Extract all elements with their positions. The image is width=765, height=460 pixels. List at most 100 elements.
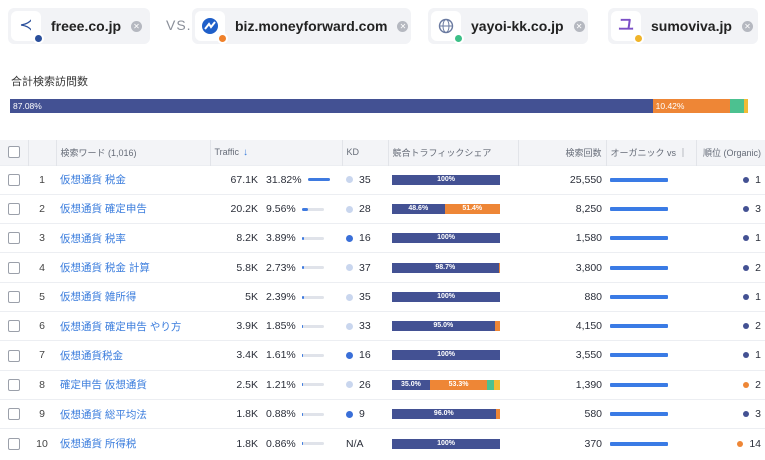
traffic-spark-fill [301, 383, 303, 387]
kd-value: 35 [359, 290, 371, 303]
kd-value: 33 [359, 320, 371, 333]
traffic-value: 2.5K [210, 369, 262, 400]
table-row[interactable]: 1 仮想通貨 税金 67.1K 31.82% 35 100% 25,550 1 [0, 164, 765, 195]
row-checkbox[interactable] [8, 203, 20, 216]
organic-bar [610, 177, 669, 182]
search-volume: 3,800 [518, 252, 607, 283]
share-cell: 96.0% [388, 398, 519, 429]
row-checkbox[interactable] [8, 408, 20, 421]
organic-cell [606, 310, 697, 341]
keyword-link[interactable]: 仮想通貨 雑所得 [56, 281, 210, 312]
row-checkbox[interactable] [8, 232, 20, 245]
row-checkbox[interactable] [8, 437, 20, 450]
position-value: 3 [755, 408, 762, 421]
keyword-link[interactable]: 仮想通貨 所得税 [56, 428, 210, 458]
header-traffic-label: Traffic [214, 146, 240, 157]
share-segment [495, 409, 500, 420]
remove-icon[interactable]: ✕ [397, 20, 409, 32]
table-row[interactable]: 6 仮想通貨 確定申告 やり方 3.9K 1.85% 33 95.0% 4,150 2 [0, 310, 765, 341]
competitor-chip-yayoi[interactable]: yayoi-kk.co.jp ✕ [428, 8, 588, 44]
organic-bar [610, 265, 669, 270]
header-position[interactable]: 順位 (Organic) [696, 140, 765, 165]
row-index: 9 [28, 398, 56, 429]
table-row[interactable]: 4 仮想通貨 税金 計算 5.8K 2.73% 37 98.7% 3,800 2 [0, 252, 765, 283]
header-volume-label: 検索回数 [565, 147, 602, 158]
kd-cell: 26 [342, 369, 389, 400]
row-checkbox[interactable] [8, 349, 20, 362]
keyword-link[interactable]: 仮想通貨税金 [56, 340, 210, 371]
total-segment-label: 87.08% [13, 101, 42, 111]
position-dot [743, 176, 750, 183]
table-row[interactable]: 3 仮想通貨 税率 8.2K 3.89% 16 100% 1,580 1 [0, 223, 765, 253]
remove-icon[interactable]: ✕ [741, 20, 753, 32]
share-segment: 98.7% [392, 262, 499, 273]
organic-bar [610, 382, 669, 387]
row-checkbox[interactable] [8, 290, 20, 303]
traffic-share-cell: 1.21% [262, 369, 343, 400]
keyword-link[interactable]: 仮想通貨 税率 [56, 223, 210, 253]
position-value: 1 [755, 290, 762, 303]
table-row[interactable]: 10 仮想通貨 所得税 1.8K 0.86% N/A 100% 370 14 [0, 428, 765, 458]
remove-icon[interactable]: ✕ [573, 20, 585, 32]
sort-down-icon[interactable]: ↓ [243, 147, 248, 158]
header-keyword[interactable]: 検索ワード (1,016) [56, 140, 211, 165]
total-segment [743, 99, 748, 113]
traffic-percent: 0.86% [266, 437, 296, 450]
search-volume: 880 [518, 281, 607, 312]
row-checkbox[interactable] [8, 320, 20, 333]
kd-dot [346, 205, 354, 213]
table-row[interactable]: 7 仮想通貨税金 3.4K 1.61% 16 100% 3,550 1 [0, 340, 765, 371]
remove-icon[interactable]: ✕ [131, 20, 143, 32]
header-organic[interactable]: オーガニック vs ｜ [606, 140, 697, 165]
competitor-chip-moneyforward[interactable]: biz.moneyforward.com ✕ [192, 8, 411, 44]
moneyforward-icon [195, 11, 228, 44]
kd-dot [346, 234, 354, 242]
position-value: 14 [749, 437, 762, 450]
traffic-percent: 31.82% [266, 173, 302, 186]
row-index: 10 [28, 428, 56, 458]
position-dot [743, 411, 750, 418]
header-traffic[interactable]: Traffic ↓ [210, 140, 343, 165]
freee-bird-icon: ≺ [11, 11, 44, 44]
header-volume[interactable]: 検索回数 [518, 140, 607, 165]
traffic-spark-fill [301, 295, 304, 299]
share-label: 100% [437, 175, 455, 183]
kd-value: 9 [359, 408, 365, 421]
keyword-link[interactable]: 仮想通貨 税金 [56, 164, 210, 195]
table-row[interactable]: 5 仮想通貨 雑所得 5K 2.39% 35 100% 880 1 [0, 281, 765, 312]
share-bar: 95.0% [392, 321, 501, 332]
header-kd[interactable]: KD [342, 140, 389, 165]
row-checkbox[interactable] [8, 173, 20, 186]
kd-cell: 9 [342, 398, 389, 429]
table-row[interactable]: 2 仮想通貨 確定申告 20.2K 9.56% 28 48.6% 51.4% 8,250 3 [0, 193, 765, 224]
row-checkbox[interactable] [8, 378, 20, 391]
competitor-domain: yayoi-kk.co.jp [471, 18, 564, 34]
share-segment: 100% [392, 233, 501, 244]
keyword-link[interactable]: 仮想通貨 税金 計算 [56, 252, 210, 283]
share-bar: 100% [392, 350, 501, 361]
position-dot [743, 381, 750, 388]
position-cell: 2 [696, 369, 765, 400]
share-segment [494, 321, 500, 332]
kd-value: 28 [359, 202, 371, 215]
row-checkbox[interactable] [8, 261, 20, 274]
select-all-checkbox[interactable] [7, 146, 20, 159]
keyword-link[interactable]: 仮想通貨 確定申告 [56, 193, 210, 224]
table-header-row: 検索ワード (1,016) Traffic ↓ KD 競合トラフィックシェア 検索… [0, 140, 765, 165]
traffic-spark-fill [301, 207, 309, 211]
table-row[interactable]: 9 仮想通貨 総平均法 1.8K 0.88% 9 96.0% 580 3 [0, 398, 765, 429]
competitor-chip-sumoviva[interactable]: ユ sumoviva.jp ✕ [608, 8, 758, 44]
position-dot [743, 323, 750, 330]
keyword-link[interactable]: 仮想通貨 確定申告 やり方 [56, 310, 210, 341]
header-share[interactable]: 競合トラフィックシェア [388, 140, 519, 165]
share-label: 48.6% [408, 204, 429, 212]
search-volume: 1,580 [518, 223, 607, 253]
keyword-link[interactable]: 仮想通貨 総平均法 [56, 398, 210, 429]
share-segment: 35.0% [392, 379, 430, 390]
keyword-link[interactable]: 確定申告 仮想通貨 [56, 369, 210, 400]
organic-cell [606, 398, 697, 429]
share-bar: 35.0% 53.3% [392, 379, 501, 390]
table-row[interactable]: 8 確定申告 仮想通貨 2.5K 1.21% 26 35.0% 53.3% 1,390 2 [0, 369, 765, 400]
traffic-value: 5.8K [210, 252, 262, 283]
competitor-chip-freee[interactable]: ≺ freee.co.jp ✕ [8, 8, 150, 44]
